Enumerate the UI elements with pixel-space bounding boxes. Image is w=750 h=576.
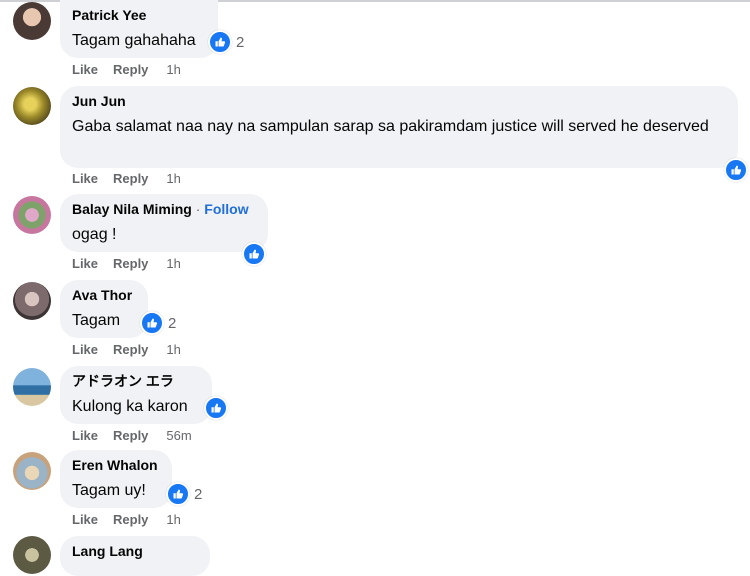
reply-button[interactable]: Reply [113, 62, 148, 77]
like-button[interactable]: Like [72, 428, 98, 443]
comment-time[interactable]: 1h [166, 512, 180, 527]
comment-author[interactable]: Ava Thor [72, 286, 136, 304]
comment-author[interactable]: Lang Lang [72, 542, 198, 560]
avatar[interactable] [13, 196, 51, 234]
reaction-count[interactable]: 2 [208, 30, 244, 54]
comment-actions: Like Reply 1h [72, 512, 181, 527]
comment-bubble: Patrick Yee Tagam gahahaha [60, 0, 218, 58]
reply-button[interactable]: Reply [113, 428, 148, 443]
comment-actions: Like Reply 1h [72, 256, 181, 271]
comment-bubble: Eren Whalon Tagam uy! [60, 450, 172, 508]
comment-author[interactable]: Eren Whalon [72, 456, 160, 474]
comment-text: ogag ! [72, 226, 117, 243]
comment-bubble: Ava Thor Tagam [60, 280, 148, 338]
reaction-count[interactable]: 2 [140, 311, 176, 335]
reply-button[interactable]: Reply [113, 342, 148, 357]
comment-author[interactable]: アドラオン エラ [72, 372, 200, 390]
comment-text: Gaba salamat naa nay na sampulan sarap s… [72, 118, 709, 135]
reaction-count[interactable] [204, 396, 228, 420]
like-button[interactable]: Like [72, 342, 98, 357]
reply-button[interactable]: Reply [113, 171, 148, 186]
comment-actions: Like Reply 1h [72, 171, 181, 186]
thumbs-up-icon [724, 158, 748, 182]
comment-author[interactable]: Jun Jun [72, 92, 726, 110]
thumbs-up-icon [140, 311, 164, 335]
comment-time[interactable]: 56m [166, 428, 191, 443]
comment-time[interactable]: 1h [166, 171, 180, 186]
reaction-count[interactable] [724, 158, 748, 182]
like-button[interactable]: Like [72, 512, 98, 527]
reaction-number: 2 [194, 485, 203, 503]
comment-time[interactable]: 1h [166, 256, 180, 271]
reaction-count[interactable]: 2 [166, 482, 202, 506]
avatar[interactable] [13, 452, 51, 490]
thumbs-up-icon [208, 30, 232, 54]
reply-button[interactable]: Reply [113, 512, 148, 527]
like-button[interactable]: Like [72, 62, 98, 77]
comment-author: Balay Nila Miming · Follow [72, 200, 256, 218]
thumbs-up-icon [166, 482, 190, 506]
comment-text: Tagam uy! [72, 482, 146, 499]
avatar[interactable] [13, 282, 51, 320]
comment-text: Tagam [72, 312, 121, 329]
avatar[interactable] [13, 2, 51, 40]
separator-dot: · [195, 201, 201, 217]
reaction-number: 2 [236, 33, 245, 51]
comment-bubble: アドラオン エラ Kulong ka karon [60, 366, 212, 424]
comment-text: Tagam gahahaha [72, 32, 196, 49]
thumbs-up-icon [242, 242, 266, 266]
comment-time[interactable]: 1h [166, 62, 180, 77]
avatar[interactable] [13, 368, 51, 406]
comment-author[interactable]: Patrick Yee [72, 6, 206, 24]
comment-bubble: Jun Jun Gaba salamat naa nay na sampulan… [60, 86, 738, 168]
comment-text: Kulong ka karon [72, 398, 188, 415]
like-button[interactable]: Like [72, 171, 98, 186]
comment-actions: Like Reply 56m [72, 428, 192, 443]
like-button[interactable]: Like [72, 256, 98, 271]
thumbs-up-icon [204, 396, 228, 420]
comment-actions: Like Reply 1h [72, 62, 181, 77]
comment-bubble: Balay Nila Miming · Follow ogag ! [60, 194, 268, 252]
comment-time[interactable]: 1h [166, 342, 180, 357]
comment-actions: Like Reply 1h [72, 342, 181, 357]
comment-bubble: Lang Lang [60, 536, 210, 576]
avatar[interactable] [13, 87, 51, 125]
follow-button[interactable]: Follow [204, 201, 248, 217]
reaction-number: 2 [168, 314, 177, 332]
avatar[interactable] [13, 536, 51, 574]
reply-button[interactable]: Reply [113, 256, 148, 271]
reaction-count[interactable] [242, 242, 266, 266]
author-name[interactable]: Balay Nila Miming [72, 201, 192, 217]
